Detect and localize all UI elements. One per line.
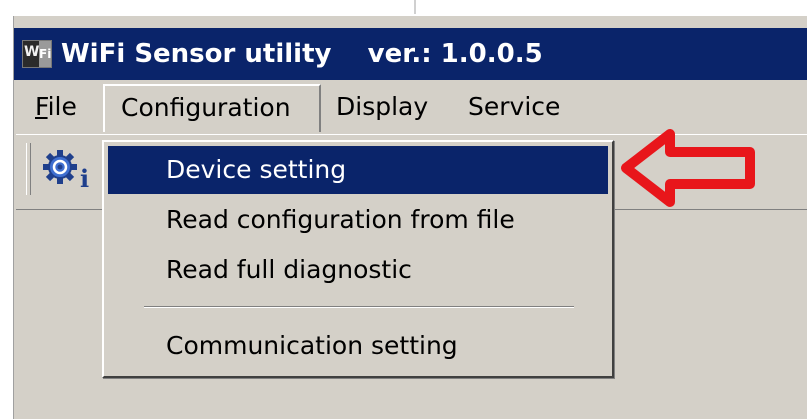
title-bar[interactable]: Wi Fi WiFi Sensor utility ver.: 1.0.0.5 bbox=[14, 28, 807, 80]
menu-file[interactable]: File bbox=[35, 88, 77, 126]
gear-info-icon: i bbox=[43, 150, 89, 193]
toolbar-grip[interactable] bbox=[26, 143, 31, 195]
menu-item-read-full-diagnostic[interactable]: Read full diagnostic bbox=[108, 246, 608, 294]
screenshot-canvas: Wi Fi WiFi Sensor utility ver.: 1.0.0.5 … bbox=[0, 0, 807, 419]
wifi-app-icon[interactable]: Wi Fi bbox=[22, 40, 52, 68]
menu-display-label: Display bbox=[336, 92, 429, 121]
configuration-dropdown-menu: Device setting Read configuration from f… bbox=[102, 140, 614, 378]
red-arrow-annotation bbox=[621, 129, 755, 207]
app-icon-text-right: Fi bbox=[39, 41, 51, 67]
menu-file-accelerator: F bbox=[35, 92, 48, 121]
background-divider bbox=[414, 0, 416, 14]
window-title: WiFi Sensor utility ver.: 1.0.0.5 bbox=[61, 39, 543, 69]
menu-item-read-configuration-from-file[interactable]: Read configuration from file bbox=[108, 196, 608, 244]
svg-text:i: i bbox=[80, 164, 89, 193]
menu-service[interactable]: Service bbox=[468, 88, 560, 126]
menu-display[interactable]: Display bbox=[336, 88, 428, 126]
menu-item-device-setting[interactable]: Device setting bbox=[108, 146, 608, 194]
menu-bar: File Configuration Display Service bbox=[14, 84, 807, 132]
menu-item-communication-setting[interactable]: Communication setting bbox=[108, 322, 608, 370]
menu-service-label: Service bbox=[468, 92, 561, 121]
menu-configuration-label: Configuration bbox=[121, 93, 291, 122]
menu-configuration[interactable]: Configuration bbox=[103, 84, 321, 132]
menu-file-label: ile bbox=[47, 92, 77, 121]
menu-separator bbox=[144, 306, 574, 308]
device-settings-tool-button[interactable]: i bbox=[38, 145, 98, 195]
